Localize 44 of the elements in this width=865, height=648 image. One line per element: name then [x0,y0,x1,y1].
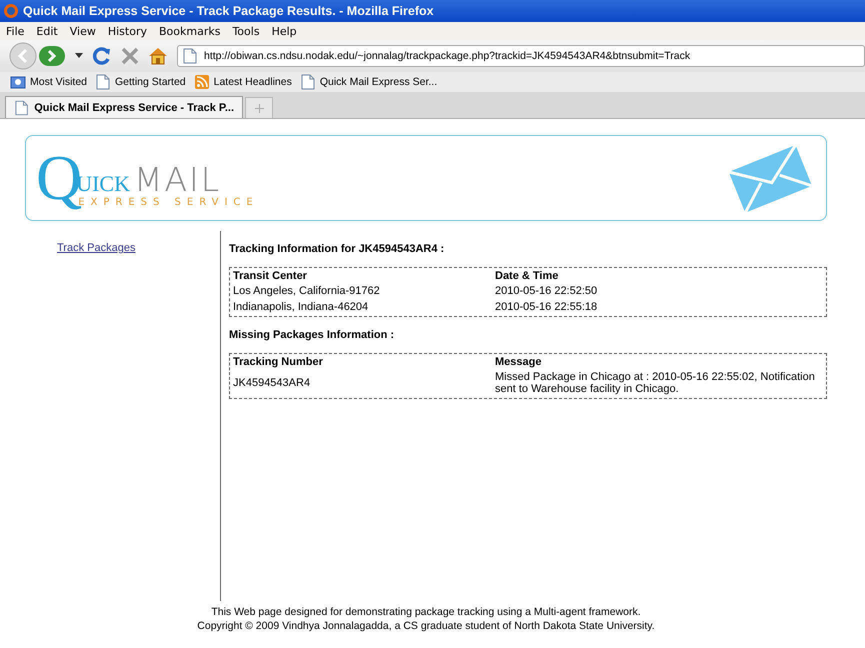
page-icon [300,74,316,90]
column-header: Transit Center [233,270,308,282]
menu-item[interactable]: Bookmarks [158,24,220,38]
table-cell-text: JK4594543AR4 [233,376,312,390]
column-header: Tracking Number [233,356,324,368]
plus-icon [254,104,264,112]
feed-icon [194,74,210,90]
section-heading: Tracking Information for JK4594543AR4 : [229,243,446,255]
stop-icon[interactable] [121,47,139,65]
reload-icon[interactable] [92,46,112,66]
footer-text: This Web page designed for demonstrating package tracking using a Multi-agent framework. [211,605,641,619]
bookmark-link[interactable]: Quick Mail Express Ser... [320,76,438,88]
menu-item[interactable]: View [70,24,96,38]
menu-item[interactable]: Edit [36,24,58,38]
column-header: Date & Time [495,270,560,282]
forward-button[interactable] [38,44,66,68]
page-icon [14,100,30,116]
address-bar[interactable]: http://obiwan.cs.ndsu.nodak.edu/~jonnalag/trackpackage.php?trackid=JK4594543AR4&btnsubmit=Track [177,45,865,67]
bookmark-link[interactable]: Most Visited [30,76,87,88]
url-text: http://obiwan.cs.ndsu.nodak.edu/~jonnalag/trackpackage.php?trackid=JK4594543AR4&btnsubmit=Track [204,50,690,62]
browser-tab[interactable]: Quick Mail Express Service - Track P... [5,96,243,118]
bookmark-link[interactable]: Latest Headlines [214,76,292,88]
menu-item[interactable]: Help [272,24,297,38]
sidebar-link[interactable]: Track Packages [57,242,136,254]
dropdown-caret-icon[interactable] [75,53,83,59]
page-icon [182,48,198,64]
window-title: Quick Mail Express Service - Track Package Results. - Mozilla Firefox [23,4,434,18]
new-tab-button[interactable] [245,97,273,118]
table-cell-text: 2010-05-16 22:55:18 [495,300,598,314]
table-cell-text: 2010-05-16 22:52:50 [495,284,598,298]
table-cell-text: Los Angeles, California-91762 [233,284,381,298]
back-button[interactable] [8,42,38,70]
column-header: Message [495,356,542,368]
home-icon[interactable] [148,47,168,65]
table-cell-text: Missed Package in Chicago at : 2010-05-16 22:55:02, Notification sent to Warehouse facility in Chicago. [495,370,816,396]
footer-text: Copyright © 2009 Vindhya Jonnalagadda, a CS graduate student of North Dakota State University. [197,619,655,633]
menu-item[interactable]: Tools [232,24,260,38]
table-cell-text: Indianapolis, Indiana-46204 [233,300,370,314]
logo-text: MAIL [134,163,222,197]
section-heading: Missing Packages Information : [229,329,396,341]
bookmark-link[interactable]: Getting Started [115,76,186,88]
page-icon [95,74,111,90]
menu-item[interactable]: History [108,24,147,38]
menu-item[interactable]: File [6,24,24,38]
